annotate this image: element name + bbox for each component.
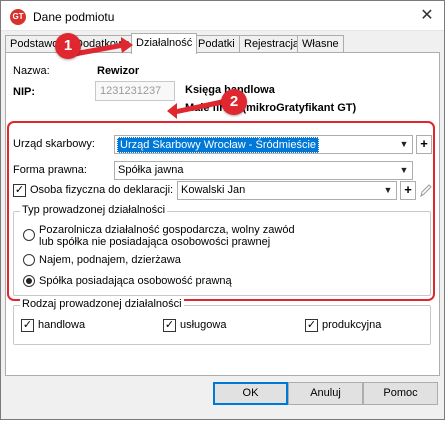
step-1-badge: 1: [55, 33, 81, 59]
dialog-window: GT Dane podmiotu ✕ Podstawowe Dodatkowe …: [0, 0, 445, 420]
annotation-arrows: [65, 37, 235, 119]
step-2-badge: 2: [221, 89, 247, 115]
